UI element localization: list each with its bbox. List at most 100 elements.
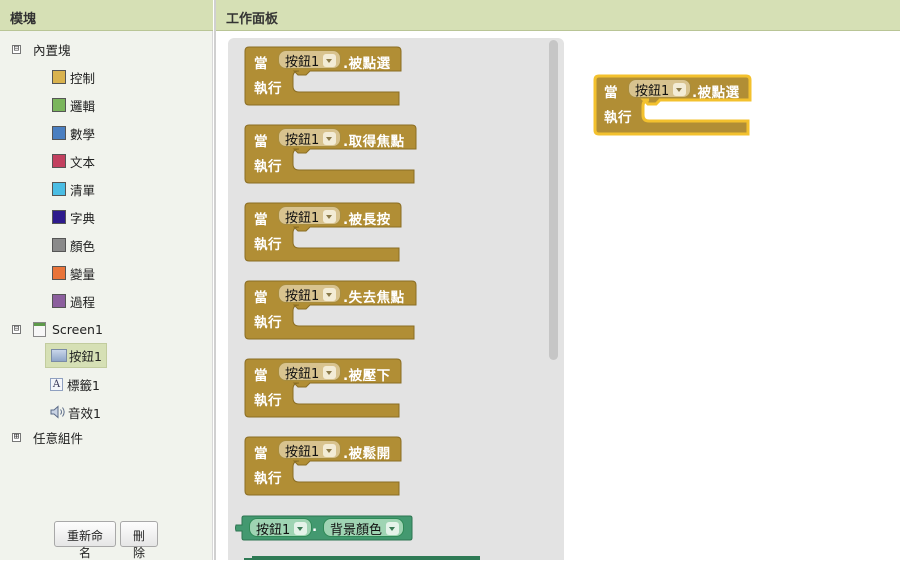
dropdown-arrow-icon xyxy=(323,131,337,145)
when-label: 當 xyxy=(604,85,618,101)
category-label: 清單 xyxy=(70,182,96,198)
component-dropdown[interactable]: 按鈕1 xyxy=(278,128,342,148)
tree-item-any-component[interactable]: ⊞ 任意組件 xyxy=(12,426,83,448)
when-label: 當 xyxy=(254,212,268,228)
tree-item-label: 任意組件 xyxy=(33,430,84,446)
workspace-panel-header: 工作面板 xyxy=(216,0,900,31)
category-logic[interactable]: 邏輯 xyxy=(52,94,95,116)
dropdown-value: 按鈕1 xyxy=(285,288,320,304)
category-label: 過程 xyxy=(70,294,96,310)
event-name: .取得焦點 xyxy=(343,134,405,150)
delete-button[interactable]: 刪除 xyxy=(120,521,158,560)
rename-button[interactable]: 重新命名 xyxy=(54,521,116,560)
do-label: 執行 xyxy=(254,315,282,331)
dropdown-value: 按鈕1 xyxy=(285,132,320,148)
dropdown-value: 背景顏色 xyxy=(330,522,383,538)
dropdown-value: 按鈕1 xyxy=(285,444,320,460)
category-swatch xyxy=(52,126,66,140)
category-swatch xyxy=(52,210,66,224)
component-dropdown[interactable]: 按鈕1 xyxy=(628,79,692,99)
dropdown-arrow-icon xyxy=(323,287,337,301)
category-text[interactable]: 文本 xyxy=(52,150,95,172)
component-button1[interactable]: 按鈕1 xyxy=(45,343,107,368)
collapse-icon[interactable]: ⊟ xyxy=(12,324,21,334)
component-label1[interactable]: A 音效1 標籤1 xyxy=(50,373,100,395)
component-dropdown[interactable]: 按鈕1 xyxy=(278,440,342,460)
category-label: 數學 xyxy=(70,126,96,142)
component-dropdown[interactable]: 按鈕1 xyxy=(278,206,342,226)
when-label: 當 xyxy=(254,446,268,462)
label-icon: A xyxy=(50,377,63,391)
do-label: 執行 xyxy=(254,81,282,97)
tree-item-label: Screen1 xyxy=(52,321,103,337)
event-name: .被鬆開 xyxy=(343,446,391,462)
screen-icon xyxy=(33,321,46,337)
speaker-icon xyxy=(50,405,65,419)
category-label: 文本 xyxy=(70,154,96,170)
do-label: 執行 xyxy=(254,159,282,175)
component-sound1[interactable]: 音效1 xyxy=(50,401,101,423)
drawer-scrollbar[interactable] xyxy=(549,40,558,360)
category-label: 控制 xyxy=(70,70,96,86)
when-label: 當 xyxy=(254,134,268,150)
dropdown-value: 按鈕1 xyxy=(635,83,670,99)
do-label: 執行 xyxy=(254,393,282,409)
do-label: 執行 xyxy=(254,237,282,253)
category-swatch xyxy=(52,238,66,252)
when-label: 當 xyxy=(254,368,268,384)
component-dropdown[interactable]: 按鈕1 xyxy=(249,518,313,538)
category-swatch xyxy=(52,98,66,112)
category-control[interactable]: 控制 xyxy=(52,66,95,88)
tree-item-builtin[interactable]: ⊟ 內置塊 xyxy=(12,38,71,60)
setter-block-shape xyxy=(244,556,480,560)
category-label: 變量 xyxy=(70,266,96,282)
dropdown-arrow-icon xyxy=(323,53,337,67)
dropdown-arrow-icon xyxy=(323,443,337,457)
tree-item-screen1[interactable]: ⊟ Screen1 xyxy=(12,318,103,340)
component-label: 音效1 xyxy=(68,405,101,421)
dot-separator: . xyxy=(312,519,318,535)
category-variables[interactable]: 變量 xyxy=(52,262,95,284)
category-label: 邏輯 xyxy=(70,98,96,114)
category-label: 顏色 xyxy=(70,238,96,254)
category-swatch xyxy=(52,70,66,84)
category-lists[interactable]: 清單 xyxy=(52,178,95,200)
event-name: .被點選 xyxy=(343,56,391,72)
dropdown-arrow-icon xyxy=(386,521,400,535)
collapse-icon[interactable]: ⊟ xyxy=(12,44,21,54)
category-dictionaries[interactable]: 字典 xyxy=(52,206,95,228)
category-swatch xyxy=(52,182,66,196)
blocks-panel: 模塊 ⊟ 內置塊 控制 邏輯 數學 文本 清單 字典 顏色 變量 過程 ⊟ Sc… xyxy=(0,0,213,560)
category-math[interactable]: 數學 xyxy=(52,122,95,144)
dropdown-value: 按鈕1 xyxy=(285,54,320,70)
event-name: .被長按 xyxy=(343,212,391,228)
category-swatch xyxy=(52,266,66,280)
dropdown-value: 按鈕1 xyxy=(256,522,291,538)
button-icon xyxy=(51,349,67,362)
property-dropdown[interactable]: 背景顏色 xyxy=(323,518,405,538)
category-procedures[interactable]: 過程 xyxy=(52,290,95,312)
blocks-panel-header: 模塊 xyxy=(0,0,213,31)
category-swatch xyxy=(52,154,66,168)
dropdown-arrow-icon xyxy=(323,365,337,379)
dropdown-arrow-icon xyxy=(323,209,337,223)
component-dropdown[interactable]: 按鈕1 xyxy=(278,50,342,70)
do-label: 執行 xyxy=(604,110,632,126)
dropdown-arrow-icon xyxy=(294,521,308,535)
expand-icon[interactable]: ⊞ xyxy=(12,432,21,442)
event-name: .失去焦點 xyxy=(343,290,405,306)
dropdown-arrow-icon xyxy=(673,82,687,96)
category-colors[interactable]: 顏色 xyxy=(52,234,95,256)
tree-item-label: 內置塊 xyxy=(33,42,71,58)
when-label: 當 xyxy=(254,290,268,306)
when-label: 當 xyxy=(254,56,268,72)
dropdown-value: 按鈕1 xyxy=(285,210,320,226)
component-label: 標籤1 xyxy=(67,377,100,393)
component-dropdown[interactable]: 按鈕1 xyxy=(278,284,342,304)
category-swatch xyxy=(52,294,66,308)
event-name: .被點選 xyxy=(692,85,740,101)
component-label: 按鈕1 xyxy=(69,349,102,364)
event-name: .被壓下 xyxy=(343,368,391,384)
component-dropdown[interactable]: 按鈕1 xyxy=(278,362,342,382)
dropdown-value: 按鈕1 xyxy=(285,366,320,382)
